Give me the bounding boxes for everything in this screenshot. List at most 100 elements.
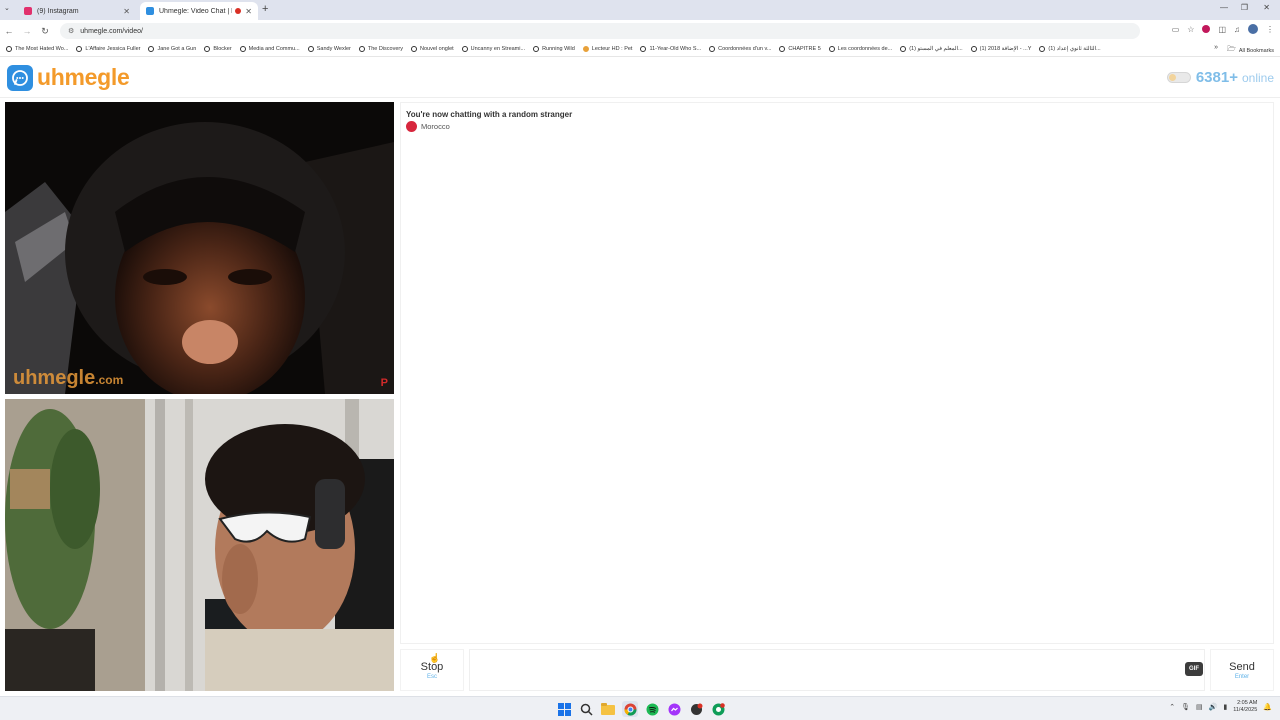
url-field[interactable]: ⚙ uhmegle.com/video/ [60,23,1140,39]
stop-hint: Esc [426,673,437,680]
extensions-puzzle-icon[interactable]: ◫ [1218,25,1226,34]
restore-icon[interactable]: ❐ [1241,3,1248,12]
online-label: online [1241,70,1274,85]
globe-icon [900,46,907,52]
volume-icon[interactable]: 🔊 [1209,703,1218,711]
system-clock[interactable]: 2:05 AM 11/4/2025 [1233,700,1257,714]
url-text: uhmegle.com/video/ [80,27,143,35]
bookmark-item[interactable]: L'Affaire Jessica Fuller [76,46,140,52]
all-bookmarks-button[interactable]: 🗁 All Bookmarks [1223,45,1274,56]
minimize-icon[interactable]: — [1220,3,1228,12]
globe-icon [709,46,716,52]
online-count: 6381+ [1195,69,1238,86]
theme-toggle[interactable] [1166,72,1191,83]
tab-uhmegle[interactable]: Uhmegle: Video Chat | Ran ✕ [140,2,258,20]
chat-status-message: You're now chatting with a random strang… [406,110,573,119]
tab-title: (9) Instagram [37,7,79,15]
bookmark-star-icon[interactable]: ☆ [1187,25,1194,34]
battery-icon[interactable]: ▮ [1223,703,1227,711]
tray-chevron-icon[interactable]: ⌃ [1169,703,1175,711]
globe-icon [970,46,977,52]
bookmark-item[interactable]: The Discovery [358,46,403,52]
bookmark-item[interactable]: Media and Commu... [239,46,300,52]
bookmark-item[interactable]: Blocker [204,46,232,52]
browser-tab-bar: ⌄ (9) Instagram ✕ Uhmegle: Video Chat | … [0,0,1280,20]
network-icon[interactable]: ▤ [1196,703,1203,711]
online-indicator: 6381+ online [1166,69,1274,86]
chrome-icon[interactable] [622,701,638,717]
reload-icon[interactable]: ↻ [36,26,54,37]
microphone-icon[interactable]: 🎙 [1181,703,1190,711]
globe-icon [779,46,786,52]
bookmark-item[interactable]: (1) الثالثة ثانوي إعداد... [1039,46,1101,52]
clock-time: 2:05 AM [1237,700,1258,706]
notification-bell-icon[interactable]: 🔔 [1263,703,1272,711]
chat-log: You're now chatting with a random strang… [400,102,1274,644]
globe-icon [204,46,211,52]
message-input[interactable] [469,649,1205,691]
stranger-video: uhmegle.com P [5,102,394,394]
uhmegle-favicon-icon [146,7,154,15]
globe-icon [411,46,418,52]
bookmark-item[interactable]: (1) الإضافة 2018 - ...Y [970,46,1031,52]
search-icon[interactable] [578,701,594,717]
logo-text: uhmegle [37,64,130,90]
bookmark-item[interactable]: The Most Hated Wo... [6,46,68,52]
media-controls-icon[interactable]: ♫ [1234,25,1240,34]
globe-icon [239,46,246,52]
bookmark-item[interactable]: Nouvel onglet [411,46,454,52]
send-label: Send [1229,660,1255,673]
chat-controls: Stop Esc GIF Send Enter [400,649,1274,691]
window-close-icon[interactable]: ✕ [1263,3,1270,12]
globe-icon [6,46,12,52]
bookmark-item[interactable]: 11-Year-Old Who S... [640,46,701,52]
extension-icon[interactable] [1202,25,1211,33]
bookmark-item[interactable]: (1) المعلم في المستو... [900,46,963,52]
bookmark-item[interactable]: Lecteur HD : Pet [582,46,632,52]
gif-button[interactable]: GIF [1185,662,1203,676]
site-info-icon[interactable]: ⚙ [68,27,74,35]
more-bookmarks-icon[interactable]: » [1214,44,1218,51]
video-watermark: uhmegle.com [13,367,124,389]
toggle-knob [1168,74,1176,81]
bookmark-item[interactable]: Jane Got a Gun [148,46,196,52]
chrome-profile-icon[interactable] [710,701,726,717]
stranger-video-frame [5,102,394,394]
globe-icon [307,46,314,52]
tab-search-icon[interactable]: ⌄ [4,4,10,12]
recording-icon [235,8,242,14]
menu-kebab-icon[interactable]: ⋮ [1266,25,1274,34]
bookmark-item[interactable]: CHAPITRE 5 [779,46,821,52]
globe-icon [148,46,155,52]
forward-icon[interactable]: → [18,26,36,36]
bookmark-item[interactable]: Sandy Wexler [307,46,351,52]
profile-avatar[interactable] [1248,24,1258,34]
site-header: uhmegle 6381+ online [0,57,1280,98]
chat-bubble-icon [7,64,33,91]
close-tab-icon[interactable]: ✕ [245,7,252,16]
country-flag-icon [406,121,417,132]
globe-icon [358,46,365,52]
back-icon[interactable]: ← [0,26,18,36]
messenger-icon[interactable] [666,701,682,717]
tab-instagram[interactable]: (9) Instagram ✕ [18,2,136,20]
new-tab-icon[interactable]: + [262,3,268,15]
cast-icon[interactable]: ▭ [1172,25,1180,34]
site-logo[interactable]: uhmegle [7,64,130,91]
send-button[interactable]: Send Enter [1210,649,1274,691]
app-icon[interactable] [688,701,704,717]
os-taskbar: ⌃ 🎙 ▤ 🔊 ▮ 2:05 AM 11/4/2025 🔔 [0,696,1280,720]
file-explorer-icon[interactable] [600,701,616,717]
bookmark-item[interactable]: Uncanny en Streami... [461,46,525,52]
close-tab-icon[interactable]: ✕ [123,7,130,16]
globe-icon [76,46,83,52]
spotify-icon[interactable] [644,701,660,717]
bookmarks-bar: The Most Hated Wo... L'Affaire Jessica F… [0,42,1280,57]
bookmark-item[interactable]: Running Wild [533,46,575,52]
windows-start-icon[interactable] [556,701,572,717]
report-flag-icon[interactable]: P [381,377,388,389]
self-video [5,399,394,691]
bookmark-item[interactable]: Les coordonnées de... [828,46,892,52]
globe-icon [533,46,540,52]
bookmark-item[interactable]: Coordonnées d'un v... [709,46,771,52]
